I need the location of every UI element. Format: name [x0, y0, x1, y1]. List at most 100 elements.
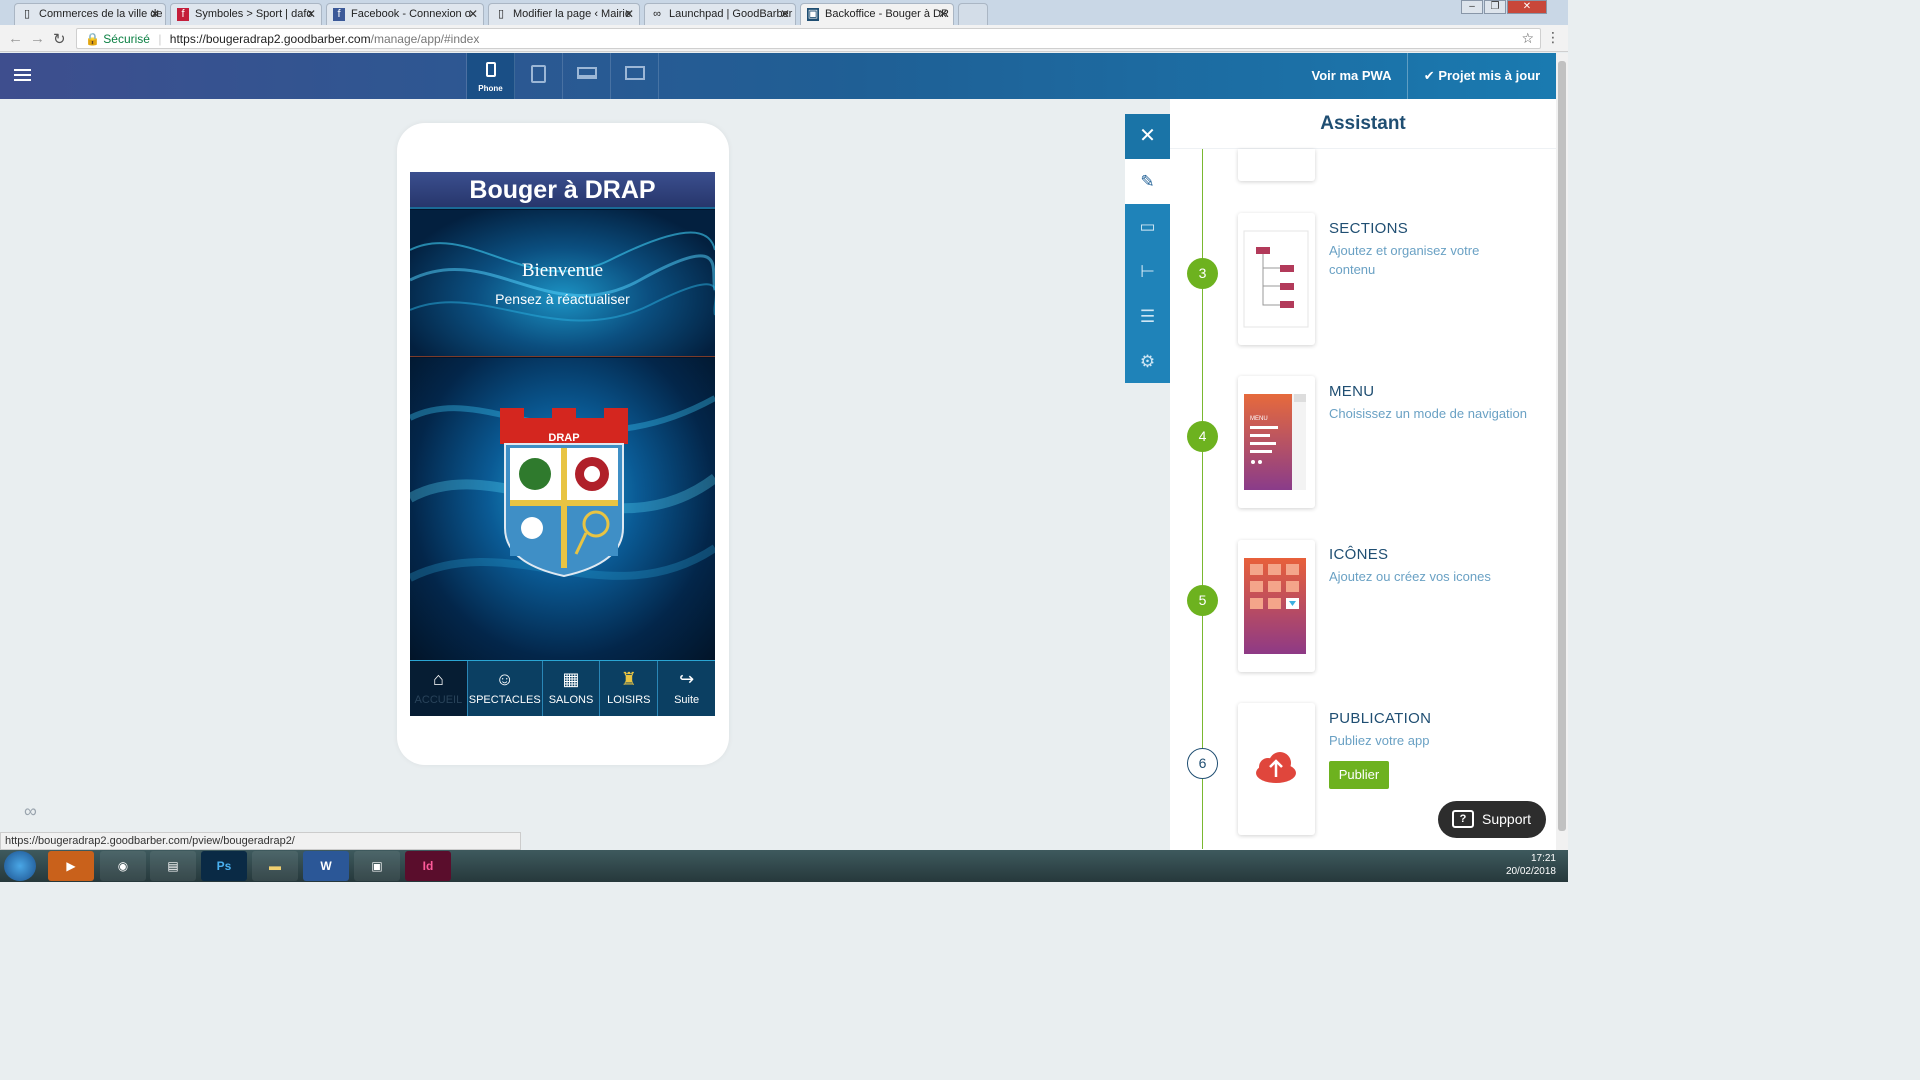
url-separator: |: [158, 32, 162, 46]
backoffice-icon: ▣: [807, 8, 819, 21]
back-icon[interactable]: ←: [8, 30, 23, 47]
forward-icon[interactable]: →: [30, 30, 45, 47]
step-6-badge: 6: [1187, 748, 1218, 779]
browser-tab[interactable]: f Facebook - Connexion o ✕: [326, 3, 484, 25]
minimize-window-icon[interactable]: –: [1461, 0, 1483, 14]
reload-icon[interactable]: ↻: [53, 30, 66, 48]
assistant-panel: Assistant 3 SECTIONS Ajoutez et organise…: [1170, 99, 1556, 850]
tab-label: Facebook - Connexion o: [351, 8, 471, 20]
url-field[interactable]: 🔒 Sécurisé | https://bougeradrap2.goodba…: [76, 28, 1541, 49]
browser-tab[interactable]: ▯ Commerces de la ville de ✕: [14, 3, 166, 25]
step-3-badge: 3: [1187, 258, 1218, 289]
browser-tab-strip: ▯ Commerces de la ville de ✕ f Symboles …: [0, 0, 1568, 25]
photoshop-icon[interactable]: Ps: [201, 851, 247, 881]
device-desktop-button[interactable]: [611, 53, 659, 99]
app-tab-bar: ⌂ ACCUEIL ☺ SPECTACLES ▦ SALONS ♜ LOISIR…: [410, 660, 715, 716]
scrollbar-thumb[interactable]: [1558, 61, 1566, 831]
app-preview-screen[interactable]: Bouger à DRAP Bienvenue Pensez à réactua…: [410, 172, 715, 716]
chrome-icon[interactable]: ◉: [100, 851, 146, 881]
icons-card[interactable]: [1238, 540, 1315, 672]
app-tab-salons[interactable]: ▦ SALONS: [543, 661, 601, 716]
close-tab-icon[interactable]: ✕: [150, 7, 160, 21]
list-icon[interactable]: ☰: [1125, 294, 1170, 339]
menu-preview-icon: MENU: [1244, 394, 1306, 490]
welcome-text: Bienvenue: [521, 260, 604, 281]
step-desc-icons: Ajoutez ou créez vos icones: [1329, 569, 1491, 584]
lock-icon: 🔒: [85, 32, 100, 46]
previous-step-card[interactable]: [1238, 149, 1315, 181]
browser-tab[interactable]: ▯ Modifier la page ‹ Mairie ✕: [488, 3, 640, 25]
settings-gear-icon[interactable]: ⚙: [1125, 339, 1170, 384]
close-tab-icon[interactable]: ✕: [938, 7, 948, 21]
publish-button[interactable]: Publier: [1329, 761, 1389, 789]
step-desc-publication: Publiez votre app: [1329, 733, 1430, 748]
page-scrollbar[interactable]: [1556, 53, 1568, 850]
timeline-line: [1202, 149, 1203, 849]
layout-icon[interactable]: ▭: [1125, 204, 1170, 249]
new-tab-button[interactable]: [958, 3, 988, 25]
welcome-banner[interactable]: [410, 210, 715, 357]
step-title-publication: PUBLICATION: [1329, 710, 1432, 727]
device-label: Phone: [478, 84, 503, 93]
tab-label: Backoffice - Bouger à DR: [825, 8, 949, 20]
browser-tab[interactable]: ∞ Launchpad | GoodBarber ✕: [644, 3, 796, 25]
support-label: Support: [1482, 811, 1532, 827]
device-phone-button[interactable]: Phone: [467, 53, 515, 99]
restore-window-icon[interactable]: ❐: [1484, 0, 1506, 14]
doc-icon: ▯: [497, 8, 505, 20]
theater-icon: ☺: [495, 669, 514, 689]
bookmark-star-icon[interactable]: ☆: [1521, 30, 1534, 47]
step-4-badge: 4: [1187, 421, 1218, 452]
laptop-icon: [576, 67, 597, 79]
device-laptop-button[interactable]: [563, 53, 611, 99]
close-tab-icon[interactable]: ✕: [780, 7, 790, 21]
share-arrow-icon: ↪: [679, 669, 695, 689]
browser-tab-active[interactable]: ▣ Backoffice - Bouger à DR ✕: [800, 3, 954, 25]
close-tab-icon[interactable]: ✕: [468, 7, 478, 21]
close-tab-icon[interactable]: ✕: [624, 7, 634, 21]
app-tab-label: SALONS: [548, 694, 594, 706]
tab-label: Symboles > Sport | dafo: [195, 8, 313, 20]
app-tab-accueil[interactable]: ⌂ ACCUEIL: [410, 661, 468, 716]
phone-icon: [485, 62, 496, 77]
support-button[interactable]: ? Support: [1438, 801, 1546, 838]
facebook-icon: f: [333, 8, 345, 21]
terminal-icon[interactable]: ▣: [354, 851, 400, 881]
close-assistant-icon[interactable]: ✕: [1125, 114, 1170, 159]
indesign-icon[interactable]: Id: [405, 851, 451, 881]
step-title-icons: ICÔNES: [1329, 546, 1389, 563]
word-icon[interactable]: W: [303, 851, 349, 881]
app-tab-spectacles[interactable]: ☺ SPECTACLES: [468, 661, 543, 716]
hamburger-menu-icon[interactable]: [14, 69, 31, 81]
menu-card-label: MENU: [1250, 416, 1268, 422]
media-player-icon[interactable]: ▶: [48, 851, 94, 881]
magic-wand-icon[interactable]: ✎: [1125, 159, 1170, 204]
app-tab-loisirs[interactable]: ♜ LOISIRS: [600, 661, 659, 716]
browser-tab[interactable]: f Symboles > Sport | dafo ✕: [170, 3, 322, 25]
browser-menu-icon[interactable]: ⋮: [1546, 29, 1560, 46]
assistant-sidebar: ✕ ✎ ▭ ⊢ ☰ ⚙: [1125, 114, 1170, 383]
url-path: /manage/app/#index: [370, 32, 480, 46]
url-host: https://bougeradrap2.goodbarber.com: [169, 32, 371, 46]
sections-card[interactable]: [1238, 213, 1315, 345]
app-tab-label: LOISIRS: [607, 694, 651, 706]
cloud-upload-icon: [1256, 752, 1296, 783]
menu-card[interactable]: MENU: [1238, 376, 1315, 508]
app-tab-label: ACCUEIL: [414, 694, 463, 706]
tree-structure-icon[interactable]: ⊢: [1125, 249, 1170, 294]
file-explorer-icon[interactable]: ▤: [150, 851, 196, 881]
publication-card[interactable]: [1238, 703, 1315, 835]
windows-start-icon[interactable]: [4, 851, 36, 881]
app-tab-label: Suite: [674, 694, 700, 706]
project-updated-button[interactable]: ✔ Projet mis à jour: [1407, 53, 1556, 99]
folder-icon[interactable]: ▬: [252, 851, 298, 881]
close-tab-icon[interactable]: ✕: [306, 7, 316, 21]
app-tab-label: SPECTACLES: [468, 694, 541, 706]
tab-label: Launchpad | GoodBarber: [669, 8, 793, 20]
device-tablet-button[interactable]: [515, 53, 563, 99]
close-window-icon[interactable]: ✕: [1507, 0, 1547, 14]
app-header: Phone Voir ma PWA ✔ Projet mis à jour: [0, 53, 1556, 99]
app-tab-suite[interactable]: ↪ Suite: [658, 661, 715, 716]
view-pwa-button[interactable]: Voir ma PWA: [1296, 53, 1407, 99]
home-image[interactable]: DRAP: [410, 358, 715, 660]
